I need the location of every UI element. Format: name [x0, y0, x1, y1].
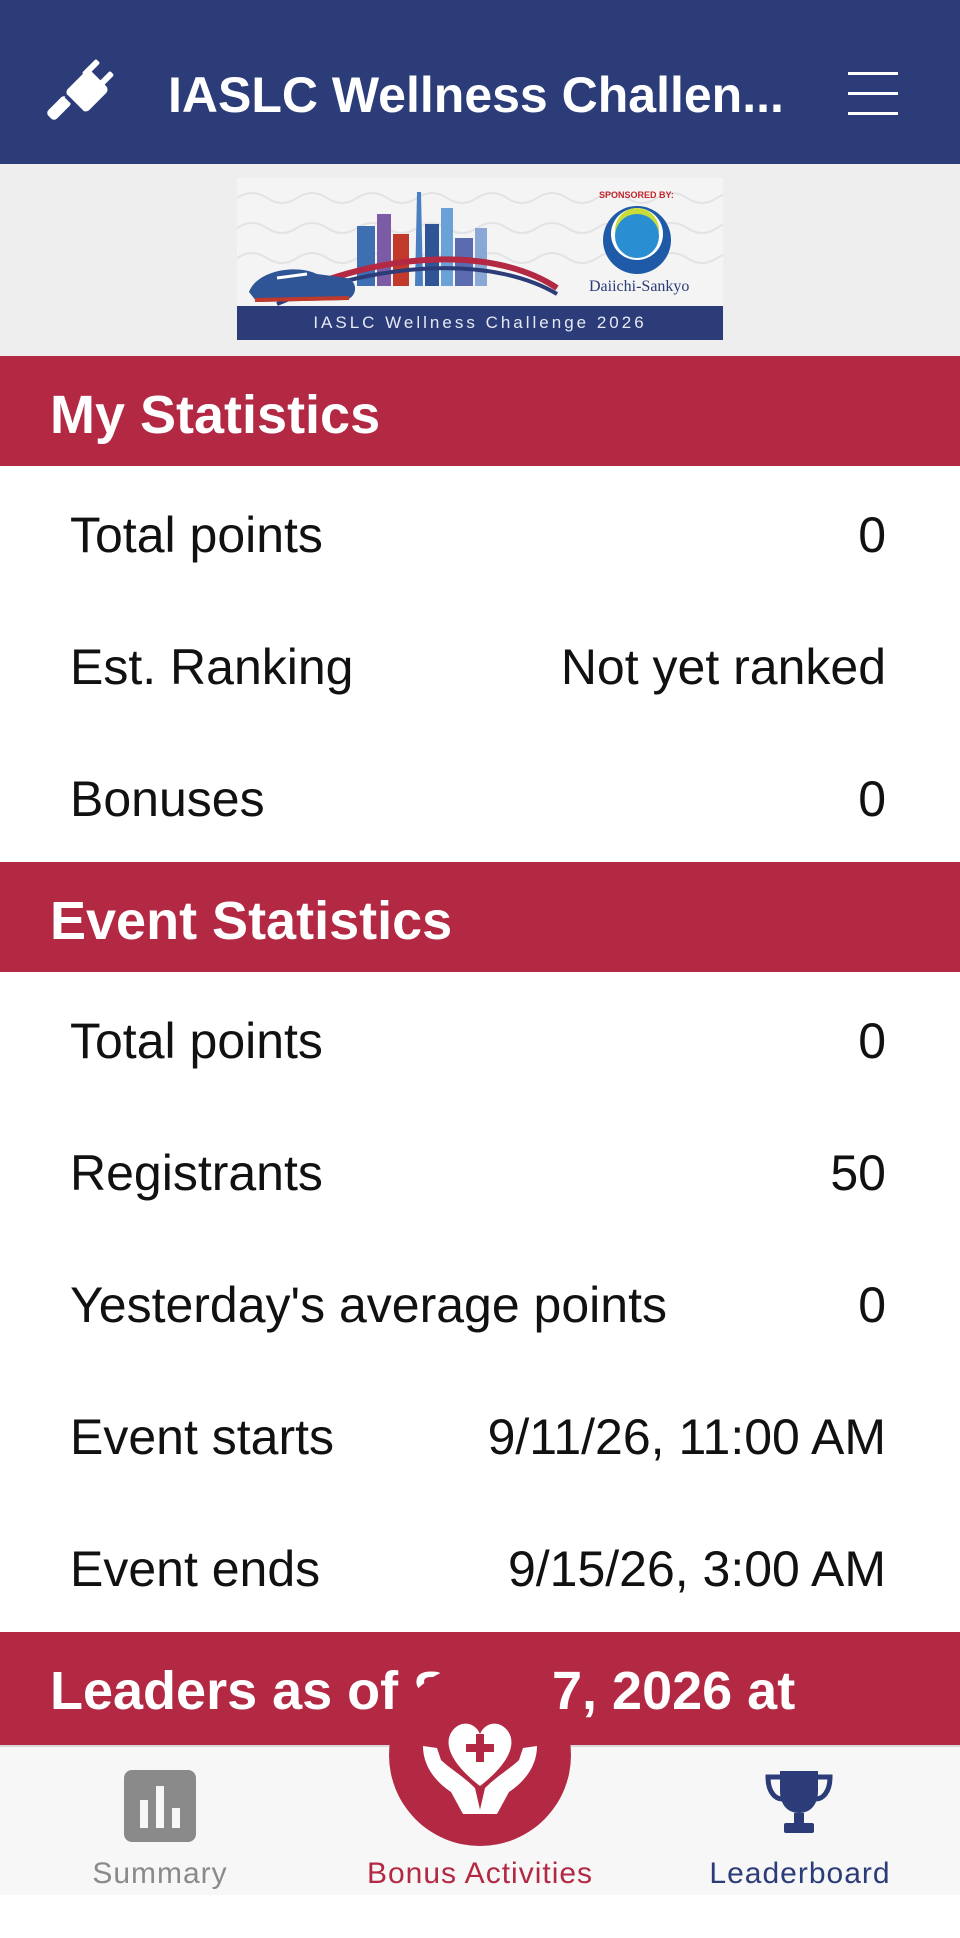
my-stat-row-est-ranking: Est. Ranking Not yet ranked — [0, 598, 960, 730]
stat-value: 0 — [858, 1013, 886, 1069]
heart-hands-icon — [423, 1723, 537, 1814]
event-stat-row-total-points: Total points 0 — [0, 972, 960, 1104]
sponsor-name: Daiichi-Sankyo — [589, 278, 690, 295]
event-statistics-title: Event Statistics — [50, 891, 453, 951]
stat-value: 0 — [858, 507, 886, 563]
stat-value: 9/15/26, 3:00 AM — [507, 1541, 886, 1597]
stat-value: 9/11/26, 11:00 AM — [487, 1409, 886, 1465]
tab-leaderboard-label: Leaderboard — [709, 1857, 891, 1890]
banner-caption: IASLC Wellness Challenge 2026 — [237, 306, 723, 340]
challenge-banner: SPONSORED BY: Daiichi-Sankyo IASLC Welln… — [237, 178, 723, 340]
stat-label: Event ends — [70, 1541, 321, 1597]
stat-label: Total points — [70, 1013, 323, 1069]
event-stat-row-yesterday-average: Yesterday's average points 0 — [0, 1236, 960, 1368]
stat-value: Not yet ranked — [560, 639, 886, 695]
stat-label: Yesterday's average points — [70, 1277, 667, 1333]
my-stat-row-bonuses: Bonuses 0 — [0, 730, 960, 862]
app-title: IASLC Wellness Challen... — [168, 67, 784, 123]
bar-chart-icon — [124, 1770, 196, 1842]
stat-label: Bonuses — [70, 771, 265, 827]
event-stat-row-event-ends: Event ends 9/15/26, 3:00 AM — [0, 1500, 960, 1632]
stat-value: 0 — [858, 1277, 886, 1333]
event-stat-row-event-starts: Event starts 9/11/26, 11:00 AM — [0, 1368, 960, 1500]
stat-value: 0 — [858, 771, 886, 827]
tab-summary[interactable]: Summary — [40, 1747, 280, 1897]
plug-icon — [47, 59, 114, 120]
trophy-icon — [765, 1771, 833, 1833]
sponsor-label: SPONSORED BY: — [599, 190, 674, 200]
hamburger-menu-icon[interactable] — [848, 72, 898, 116]
event-stat-row-registrants: Registrants 50 — [0, 1104, 960, 1236]
tab-leaderboard[interactable]: Leaderboard — [680, 1747, 920, 1897]
bonus-activities-button[interactable] — [389, 1664, 571, 1846]
tab-bonus-activities-label: Bonus Activities — [366, 1857, 594, 1890]
stat-label: Event starts — [70, 1409, 334, 1465]
stat-label: Registrants — [70, 1145, 323, 1201]
leaders-title-right: 7, 2026 at — [552, 1661, 796, 1721]
stat-label: Total points — [70, 507, 323, 563]
stat-label: Est. Ranking — [70, 639, 354, 695]
top-navigation-bar: IASLC Wellness Challen... — [0, 0, 960, 164]
my-statistics-title: My Statistics — [50, 385, 381, 445]
stat-value: 50 — [830, 1145, 886, 1201]
my-statistics-header: My Statistics — [0, 356, 960, 466]
home-indicator-area — [0, 1895, 960, 1938]
tab-summary-label: Summary — [92, 1857, 228, 1890]
event-statistics-header: Event Statistics — [0, 862, 960, 972]
my-stat-row-total-points: Total points 0 — [0, 466, 960, 598]
